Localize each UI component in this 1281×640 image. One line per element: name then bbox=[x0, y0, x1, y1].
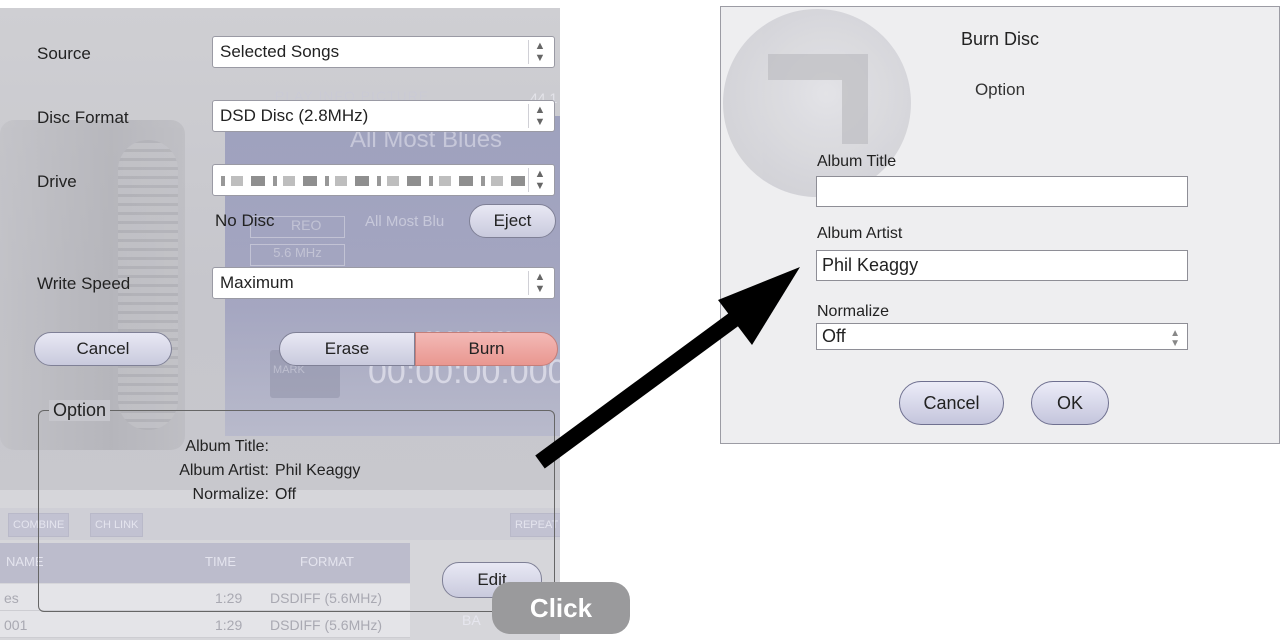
disc-format-label: Disc Format bbox=[37, 108, 129, 127]
background-ba-label: BA bbox=[462, 612, 481, 628]
normalize-select[interactable]: Off ▲ ▼ bbox=[816, 323, 1188, 350]
album-title-key: Album Title: bbox=[185, 438, 269, 455]
dialog-subtitle: Option bbox=[974, 80, 1026, 99]
album-artist-input[interactable]: Phil Keaggy bbox=[816, 250, 1188, 281]
background-album-sub: All Most Blu bbox=[365, 213, 445, 230]
write-speed-value: Maximum bbox=[220, 273, 294, 292]
normalize-label: Normalize bbox=[817, 303, 890, 320]
burn-button[interactable]: Burn bbox=[415, 332, 558, 366]
background-row-name: es bbox=[4, 590, 19, 606]
drive-status: No Disc bbox=[215, 211, 275, 230]
album-title-label: Album Title bbox=[817, 153, 897, 170]
album-title-input[interactable] bbox=[816, 176, 1188, 207]
burn-settings-panel: PLAY INFO PICTURE 44.1 All Most Blues Al… bbox=[0, 8, 560, 640]
redacted-drive-name bbox=[221, 176, 526, 186]
dialog-ok-button[interactable]: OK bbox=[1031, 381, 1109, 425]
source-label: Source bbox=[37, 44, 91, 63]
burn-disc-dialog: Burn Disc Option Album Title Album Artis… bbox=[720, 6, 1280, 444]
source-select[interactable]: Selected Songs ▲ ▼ bbox=[212, 36, 555, 68]
disc-format-select[interactable]: DSD Disc (2.8MHz) ▲ ▼ bbox=[212, 100, 555, 132]
disc-format-value: DSD Disc (2.8MHz) bbox=[220, 106, 369, 125]
updown-spinner-icon[interactable]: ▲ ▼ bbox=[528, 40, 551, 64]
source-value: Selected Songs bbox=[220, 42, 340, 61]
drive-label: Drive bbox=[37, 172, 77, 191]
updown-spinner-icon[interactable]: ▲ ▼ bbox=[528, 104, 551, 128]
album-artist-value: Phil Keaggy bbox=[275, 462, 361, 479]
eject-button[interactable]: Eject bbox=[469, 204, 556, 238]
normalize-value: Off bbox=[822, 326, 846, 346]
normalize-value: Off bbox=[275, 486, 297, 503]
background-freq-badge: 5.6 MHz bbox=[250, 244, 345, 266]
cancel-button[interactable]: Cancel bbox=[34, 332, 172, 366]
option-legend: Option bbox=[49, 400, 111, 421]
write-speed-select[interactable]: Maximum ▲ ▼ bbox=[212, 267, 555, 299]
updown-spinner-icon[interactable]: ▲ ▼ bbox=[528, 168, 551, 192]
background-row-time: 1:29 bbox=[215, 617, 243, 633]
erase-button[interactable]: Erase bbox=[279, 332, 415, 366]
drive-select[interactable]: ▲ ▼ bbox=[212, 164, 555, 196]
write-speed-label: Write Speed bbox=[37, 274, 131, 293]
updown-spinner-icon[interactable]: ▲ ▼ bbox=[528, 271, 551, 295]
background-row-format: DSDIFF (5.6MHz) bbox=[270, 617, 382, 633]
click-badge: Click bbox=[492, 582, 630, 634]
updown-spinner-icon[interactable]: ▲ ▼ bbox=[1170, 329, 1180, 349]
dialog-title: Burn Disc bbox=[960, 29, 1040, 49]
dialog-cancel-button[interactable]: Cancel bbox=[899, 381, 1004, 425]
album-artist-label: Album Artist bbox=[817, 225, 903, 242]
normalize-key: Normalize: bbox=[192, 486, 269, 503]
album-artist-key: Album Artist: bbox=[179, 462, 269, 479]
background-row-name: 001 bbox=[4, 617, 28, 633]
